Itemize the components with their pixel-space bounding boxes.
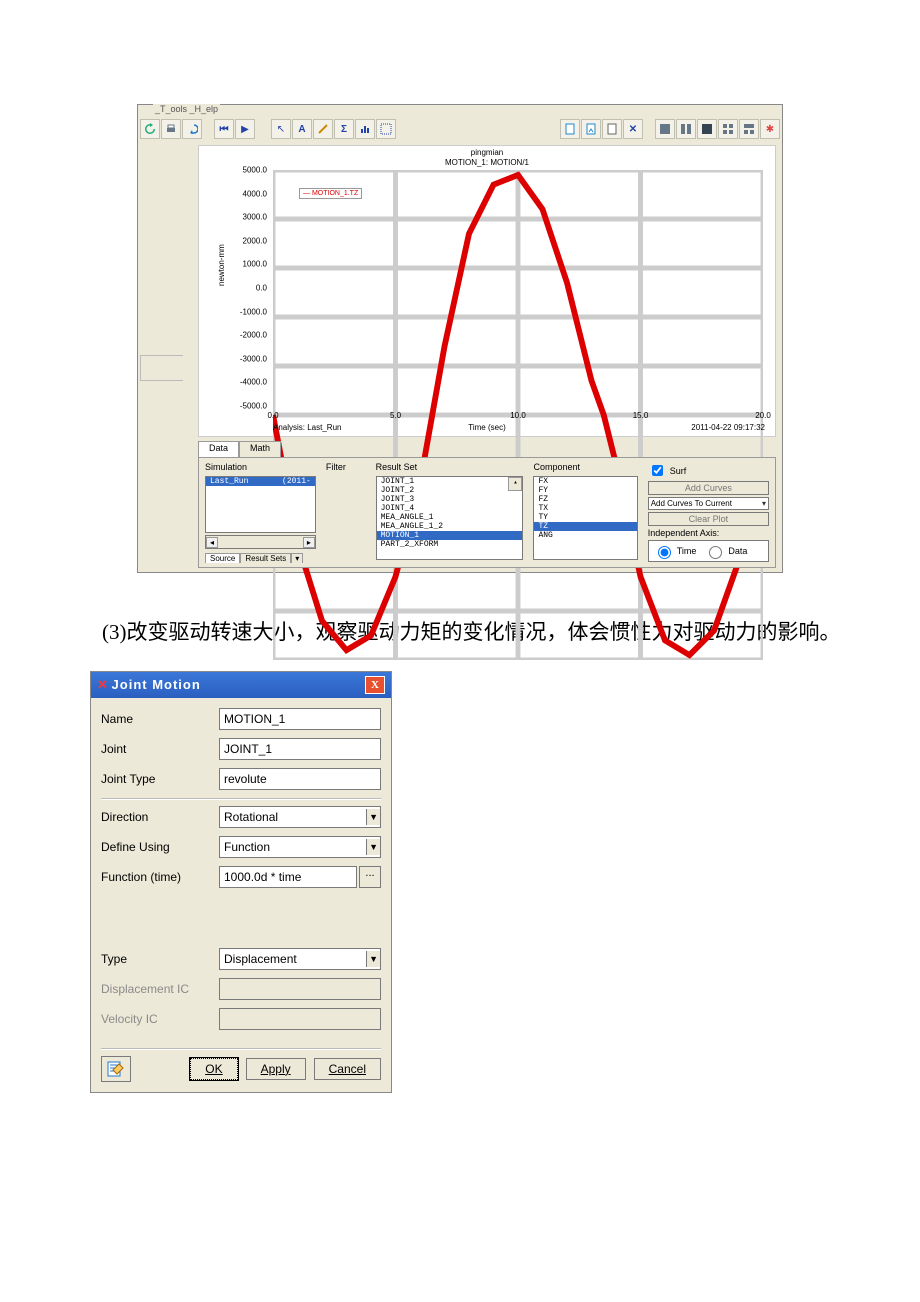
joint-label: Joint — [101, 742, 219, 756]
newpage-icon[interactable] — [602, 119, 622, 139]
list-item[interactable]: TZ — [534, 522, 636, 531]
first-icon[interactable]: ⏮ — [214, 119, 234, 139]
defineusing-dropdown[interactable]: Function — [219, 836, 381, 858]
direction-label: Direction — [101, 810, 219, 824]
layout4-icon[interactable] — [718, 119, 738, 139]
defineusing-label: Define Using — [101, 840, 219, 854]
layout5-icon[interactable] — [739, 119, 759, 139]
list-item[interactable]: MEA_ANGLE_1 — [377, 513, 523, 522]
list-item[interactable]: JOINT_4 — [377, 504, 523, 513]
text-icon[interactable]: A — [292, 119, 312, 139]
timestamp: 2011-04-22 09:17:32 — [691, 423, 765, 432]
list-item[interactable]: PART_2_XFORM — [377, 540, 523, 549]
stats-icon[interactable] — [355, 119, 375, 139]
tab-math[interactable]: Math — [239, 441, 281, 457]
velic-field — [219, 1008, 381, 1030]
measure-icon[interactable] — [313, 119, 333, 139]
simulation-list[interactable]: Last_Run (2011- — [205, 476, 316, 533]
resultset-header: Result Set — [376, 462, 524, 472]
tab-result-sets[interactable]: Result Sets — [240, 553, 291, 563]
list-item[interactable]: JOINT_1 — [377, 477, 523, 486]
list-item[interactable]: FZ — [534, 495, 636, 504]
list-item[interactable]: MOTION_1 — [377, 531, 523, 540]
layout1-icon[interactable] — [655, 119, 675, 139]
filter-header: Filter — [326, 462, 366, 472]
name-field[interactable]: MOTION_1 — [219, 708, 381, 730]
function-browse-button[interactable]: ... — [359, 866, 381, 888]
list-item[interactable]: JOINT_2 — [377, 486, 523, 495]
resultset-list[interactable]: ▴ JOINT_1JOINT_2JOINT_3JOINT_4MEA_ANGLE_… — [376, 476, 524, 560]
chevron-down-icon[interactable]: ▾ — [291, 553, 303, 563]
h-scrollbar[interactable]: ◂▸ — [205, 535, 316, 549]
function-field[interactable]: 1000.0d * time — [219, 866, 357, 888]
dispic-field — [219, 978, 381, 1000]
toolbar: ⏮ ▶ ↖ A Σ ✕ ✱ — [140, 117, 780, 141]
type-label: Type — [101, 952, 219, 966]
close-icon[interactable]: X — [365, 676, 385, 694]
add-to-current-dropdown[interactable]: Add Curves To Current — [648, 497, 769, 510]
indep-axis-group: Time Data — [648, 540, 769, 562]
indep-axis-label: Independent Axis: — [648, 528, 769, 538]
note-icon[interactable] — [101, 1056, 131, 1082]
cancel-button[interactable]: Cancel — [314, 1058, 381, 1080]
apply-button[interactable]: Apply — [246, 1058, 306, 1080]
chart-body: -5000.0-4000.0-3000.0-2000.0-1000.00.010… — [273, 170, 763, 406]
delete-icon[interactable]: ✕ — [623, 119, 643, 139]
layout2-icon[interactable] — [676, 119, 696, 139]
list-item[interactable]: FX — [534, 477, 636, 486]
radio-data[interactable]: Data — [704, 543, 747, 559]
dispic-label: Displacement IC — [101, 982, 219, 996]
list-item[interactable]: FY — [534, 486, 636, 495]
undo-icon[interactable] — [182, 119, 202, 139]
list-item[interactable]: JOINT_3 — [377, 495, 523, 504]
sigma-icon[interactable]: Σ — [334, 119, 354, 139]
left-sidebar-stub — [140, 355, 183, 381]
jointtype-label: Joint Type — [101, 772, 219, 786]
simulation-header: Simulation — [205, 462, 316, 472]
list-item: Last_Run (2011- — [206, 477, 315, 486]
tab-source[interactable]: Source — [205, 553, 240, 563]
page2-icon[interactable] — [581, 119, 601, 139]
jointtype-field: revolute — [219, 768, 381, 790]
zoom-icon[interactable] — [376, 119, 396, 139]
settings-icon[interactable]: ✱ — [760, 119, 780, 139]
print-icon[interactable] — [161, 119, 181, 139]
surf-checkbox[interactable]: Surf — [648, 462, 769, 479]
play-icon[interactable]: ▶ — [235, 119, 255, 139]
list-item[interactable]: TX — [534, 504, 636, 513]
clear-plot-button[interactable]: Clear Plot — [648, 512, 769, 526]
add-curves-button[interactable]: Add Curves — [648, 481, 769, 495]
name-label: Name — [101, 712, 219, 726]
plot-area: pingmian MOTION_1: MOTION/1 newton-mm — … — [198, 145, 776, 437]
menu-fragment: _T_ools _H_elp — [153, 104, 220, 114]
list-item[interactable]: MEA_ANGLE_1_2 — [377, 522, 523, 531]
plot-window: _T_ools _H_elp ⏮ ▶ ↖ A Σ ✕ — [137, 104, 783, 573]
data-panel: Simulation Last_Run (2011- ◂▸ Source Res… — [198, 457, 776, 568]
layout3-icon[interactable] — [697, 119, 717, 139]
list-item[interactable]: TY — [534, 513, 636, 522]
joint-field[interactable]: JOINT_1 — [219, 738, 381, 760]
joint-motion-dialog: ✕ Joint Motion X NameMOTION_1 JointJOINT… — [90, 671, 392, 1093]
component-list[interactable]: FXFYFZTXTYTZANG — [533, 476, 637, 560]
analysis-label: Analysis: Last_Run — [273, 423, 341, 432]
list-item[interactable]: ANG — [534, 531, 636, 540]
scroll-up-icon[interactable]: ▴ — [508, 477, 522, 491]
velic-label: Velocity IC — [101, 1012, 219, 1026]
tab-data[interactable]: Data — [198, 441, 239, 457]
pointer-icon[interactable]: ↖ — [271, 119, 291, 139]
component-header: Component — [533, 462, 637, 472]
y-axis-label: newton-mm — [217, 244, 226, 286]
panel-tabs: Data Math — [198, 441, 776, 457]
function-label: Function (time) — [101, 870, 219, 884]
radio-time[interactable]: Time — [653, 543, 697, 559]
reload-icon[interactable] — [140, 119, 160, 139]
direction-dropdown[interactable]: Rotational — [219, 806, 381, 828]
plot-title: pingmian MOTION_1: MOTION/1 — [199, 146, 775, 168]
page1-icon[interactable] — [560, 119, 580, 139]
dialog-titlebar: ✕ Joint Motion X — [91, 672, 391, 698]
type-dropdown[interactable]: Displacement — [219, 948, 381, 970]
ok-button[interactable]: OK — [190, 1058, 237, 1080]
